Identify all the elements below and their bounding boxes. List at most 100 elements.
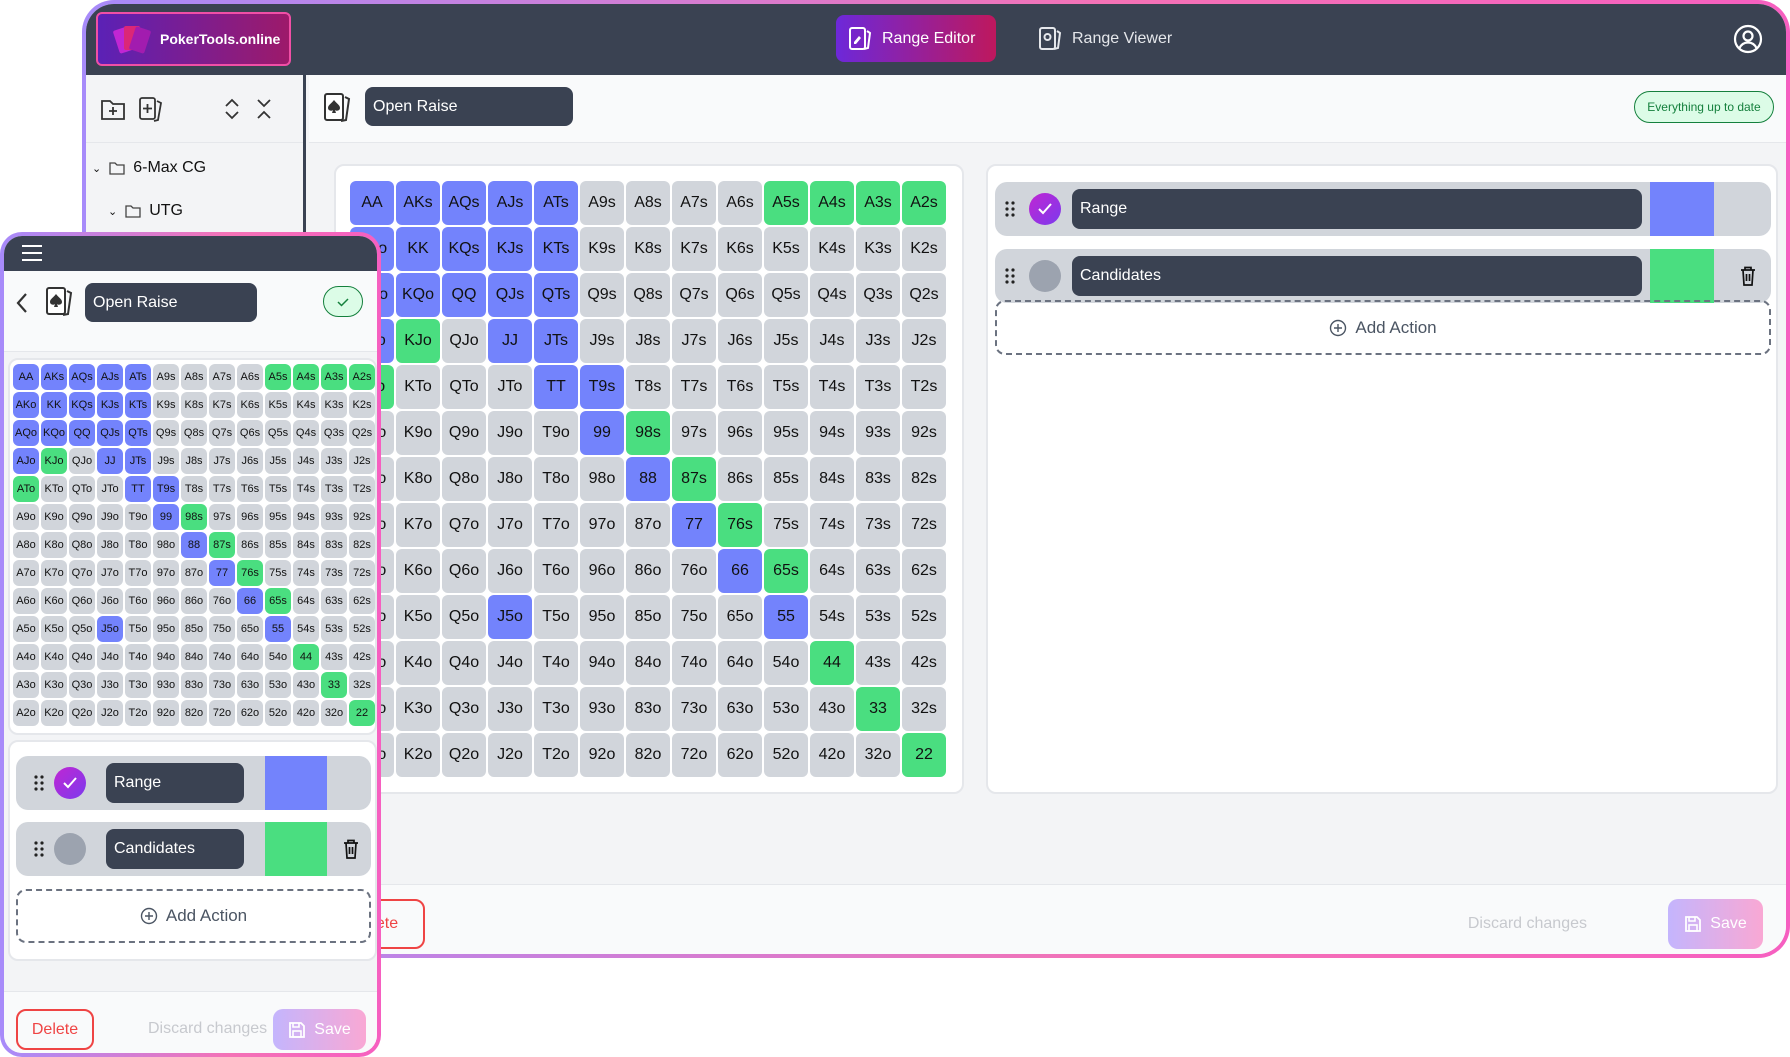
hand-cell[interactable]: J6o — [488, 549, 532, 593]
hand-cell[interactable]: KK — [396, 227, 440, 271]
hand-cell[interactable]: T7s — [209, 476, 235, 502]
hand-cell[interactable]: 92o — [580, 733, 624, 777]
hand-cell[interactable]: 22 — [902, 733, 946, 777]
hand-cell[interactable]: J7s — [672, 319, 716, 363]
hand-cell[interactable]: QQ — [69, 420, 95, 446]
hand-cell[interactable]: 93o — [153, 672, 179, 698]
hand-cell[interactable]: A9o — [13, 504, 39, 530]
hand-cell[interactable]: 44 — [293, 644, 319, 670]
hand-cell[interactable]: 92o — [153, 700, 179, 726]
hand-cell[interactable]: Q7s — [209, 420, 235, 446]
tree-item-utg[interactable]: ⌄ UTG — [108, 202, 183, 220]
hand-cell[interactable]: KJo — [396, 319, 440, 363]
hand-cell[interactable]: A7o — [13, 560, 39, 586]
hand-cell[interactable]: 96o — [580, 549, 624, 593]
hand-cell[interactable]: 77 — [209, 560, 235, 586]
hand-cell[interactable]: K5s — [265, 392, 291, 418]
hand-cell[interactable]: 62o — [718, 733, 762, 777]
hand-cell[interactable]: K7o — [396, 503, 440, 547]
hand-cell[interactable]: J9s — [580, 319, 624, 363]
hand-cell[interactable]: 74s — [810, 503, 854, 547]
hand-cell[interactable]: T7o — [534, 503, 578, 547]
hand-cell[interactable]: K8o — [396, 457, 440, 501]
hand-cell[interactable]: 86s — [237, 532, 263, 558]
hand-cell[interactable]: 53o — [265, 672, 291, 698]
hand-cell[interactable]: 54s — [293, 616, 319, 642]
hand-cell[interactable]: 76o — [672, 549, 716, 593]
hand-cell[interactable]: 75o — [209, 616, 235, 642]
hand-cell[interactable]: 95s — [265, 504, 291, 530]
hand-cell[interactable]: 76o — [209, 588, 235, 614]
hand-cell[interactable]: 83s — [856, 457, 900, 501]
hand-cell[interactable]: T9o — [534, 411, 578, 455]
hand-cell[interactable]: K4s — [810, 227, 854, 271]
hand-cell[interactable]: A2o — [13, 700, 39, 726]
hand-cell[interactable]: J9s — [153, 448, 179, 474]
hand-cell[interactable]: Q5s — [764, 273, 808, 317]
selected-radio[interactable] — [54, 767, 86, 799]
action-color-swatch[interactable] — [265, 756, 327, 810]
hand-cell[interactable]: 94o — [580, 641, 624, 685]
hand-cell[interactable]: J6s — [237, 448, 263, 474]
hand-cell[interactable]: K9s — [153, 392, 179, 418]
select-radio[interactable] — [1029, 260, 1061, 292]
hand-cell[interactable]: 55 — [265, 616, 291, 642]
hand-cell[interactable]: T3s — [321, 476, 347, 502]
hand-cell[interactable]: J7s — [209, 448, 235, 474]
hand-cell[interactable]: A2s — [902, 181, 946, 225]
hand-cell[interactable]: 44 — [810, 641, 854, 685]
hand-cell[interactable]: 75o — [672, 595, 716, 639]
hand-cell[interactable]: AKo — [13, 392, 39, 418]
hand-cell[interactable]: A5s — [265, 364, 291, 390]
hand-cell[interactable]: 74o — [209, 644, 235, 670]
hand-cell[interactable]: 76s — [718, 503, 762, 547]
hand-cell[interactable]: 63s — [321, 588, 347, 614]
hand-cell[interactable]: 87o — [181, 560, 207, 586]
hand-cell[interactable]: A6s — [237, 364, 263, 390]
hand-cell[interactable]: Q8o — [442, 457, 486, 501]
hand-cell[interactable]: 43o — [810, 687, 854, 731]
hand-cell[interactable]: 85s — [764, 457, 808, 501]
hand-cell[interactable]: 43s — [321, 644, 347, 670]
hand-cell[interactable]: Q4o — [69, 644, 95, 670]
hand-cell[interactable]: AJs — [488, 181, 532, 225]
hand-cell[interactable]: 98s — [626, 411, 670, 455]
hand-cell[interactable]: Q9o — [442, 411, 486, 455]
save-button[interactable]: Save — [273, 1009, 366, 1050]
hand-cell[interactable]: 54s — [810, 595, 854, 639]
action-row[interactable]: Candidates — [995, 249, 1771, 303]
hand-cell[interactable]: QJs — [97, 420, 123, 446]
action-name-input[interactable]: Range — [1072, 189, 1642, 229]
hand-cell[interactable]: AJs — [97, 364, 123, 390]
hand-cell[interactable]: 66 — [718, 549, 762, 593]
hand-cell[interactable]: 22 — [349, 700, 375, 726]
new-range-icon[interactable] — [138, 95, 164, 123]
hand-cell[interactable]: Q4o — [442, 641, 486, 685]
hand-cell[interactable]: T9s — [153, 476, 179, 502]
hand-cell[interactable]: 52o — [265, 700, 291, 726]
hand-cell[interactable]: 32s — [349, 672, 375, 698]
hand-cell[interactable]: J8o — [488, 457, 532, 501]
select-radio[interactable] — [54, 833, 86, 865]
hand-cell[interactable]: 93s — [321, 504, 347, 530]
hand-cell[interactable]: K7s — [672, 227, 716, 271]
hand-cell[interactable]: 92s — [902, 411, 946, 455]
hand-cell[interactable]: J3s — [321, 448, 347, 474]
add-action-button[interactable]: Add Action — [995, 300, 1771, 355]
hand-cell[interactable]: KTs — [125, 392, 151, 418]
hand-cell[interactable]: T8o — [125, 532, 151, 558]
hand-cell[interactable]: 54o — [265, 644, 291, 670]
hand-cell[interactable]: 97s — [209, 504, 235, 530]
hand-cell[interactable]: Q3o — [69, 672, 95, 698]
action-row[interactable]: Candidates — [16, 822, 371, 876]
hand-cell[interactable]: K6s — [237, 392, 263, 418]
hand-cell[interactable]: 52o — [764, 733, 808, 777]
hand-cell[interactable]: Q2o — [69, 700, 95, 726]
hand-cell[interactable]: 53s — [856, 595, 900, 639]
hand-cell[interactable]: 92s — [349, 504, 375, 530]
hand-cell[interactable]: 32o — [321, 700, 347, 726]
hand-cell[interactable]: J5s — [764, 319, 808, 363]
hand-cell[interactable]: 64o — [718, 641, 762, 685]
hand-cell[interactable]: 64s — [293, 588, 319, 614]
range-name-input[interactable]: Open Raise — [365, 87, 573, 126]
